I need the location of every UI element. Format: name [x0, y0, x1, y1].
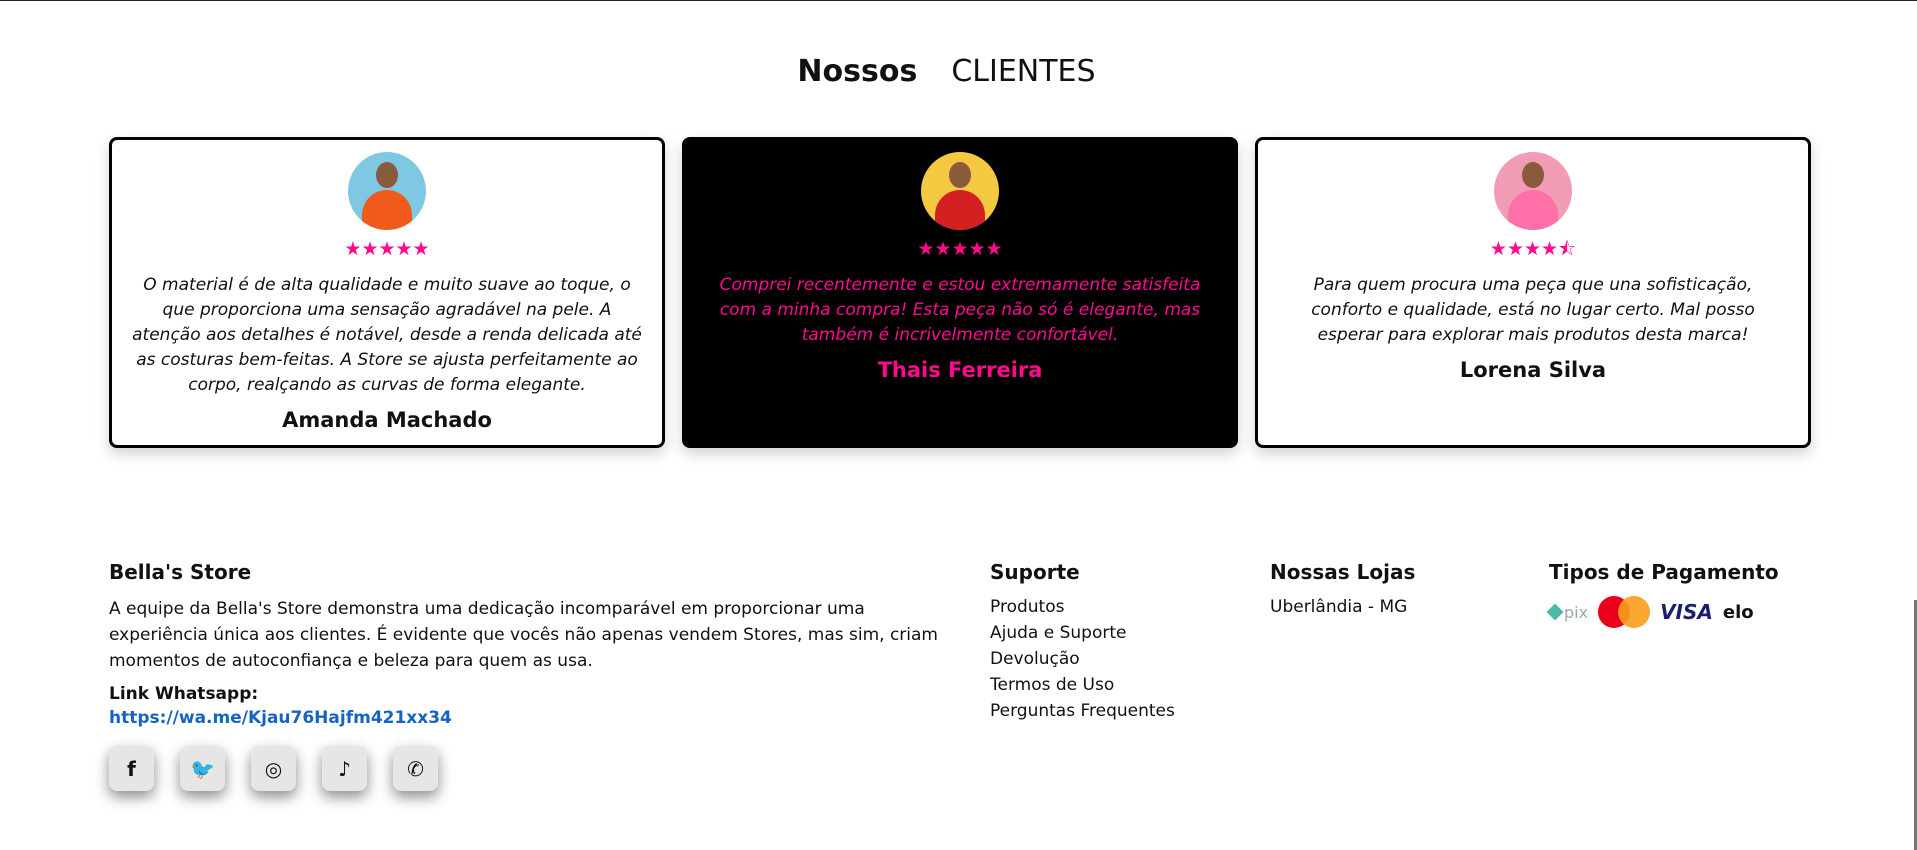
payment-title: Tipos de Pagamento	[1549, 560, 1779, 584]
instagram-icon[interactable]: ◎	[251, 746, 296, 791]
support-link-devolucao[interactable]: Devolução	[990, 646, 1175, 672]
facebook-icon[interactable]: f	[109, 746, 154, 791]
avatar	[1494, 152, 1572, 230]
rating-stars: ★★★★★	[344, 238, 430, 260]
whatsapp-icon[interactable]: ✆	[393, 746, 438, 791]
rating-stars: ★★★★★	[917, 238, 1003, 260]
top-border	[0, 0, 1917, 1]
elo-logo: elo	[1722, 601, 1754, 623]
section-title: Nossos CLIENTES	[0, 50, 1917, 93]
avatar	[348, 152, 426, 230]
title-prefix: Nossos	[797, 54, 918, 89]
pix-logo: pix	[1546, 603, 1588, 622]
testimonial-card-0: ★★★★★ O material é de alta qualidade e m…	[109, 137, 665, 448]
footer: Bella's Store A equipe da Bella's Store …	[109, 560, 1811, 800]
support-link-termos[interactable]: Termos de Uso	[990, 672, 1175, 698]
testimonial-quote: O material é de alta qualidade e muito s…	[132, 275, 642, 395]
support-link-ajuda[interactable]: Ajuda e Suporte	[990, 620, 1175, 646]
support-title: Suporte	[990, 560, 1080, 584]
testimonial-card-1: ★★★★★ Comprei recentemente e estou extre…	[682, 137, 1238, 448]
tiktok-icon[interactable]: ♪	[322, 746, 367, 791]
whatsapp-link[interactable]: https://wa.me/Kjau76Hajfm421xx34	[109, 708, 969, 728]
brand-title: Bella's Store	[109, 560, 252, 584]
payment-logos: pix VISA elo	[1546, 596, 1779, 628]
visa-logo: VISA	[1660, 600, 1713, 624]
testimonial-card-2: ★★★★⯪ Para quem procura uma peça que una…	[1255, 137, 1811, 448]
support-link-faq[interactable]: Perguntas Frequentes	[990, 698, 1175, 724]
store-item: Uberlândia - MG	[1270, 597, 1408, 617]
footer-stores: Nossas Lojas Uberlândia - MG	[1270, 560, 1415, 620]
testimonials: ★★★★★ O material é de alta qualidade e m…	[109, 137, 1811, 448]
social-links: f 🐦 ◎ ♪ ✆	[109, 746, 969, 791]
customer-name: Thais Ferreira	[877, 358, 1043, 382]
customer-name: Lorena Silva	[1459, 358, 1607, 382]
customer-name: Amanda Machado	[282, 408, 492, 432]
avatar	[921, 152, 999, 230]
mastercard-logo	[1598, 596, 1651, 628]
title-highlight: CLIENTES	[927, 50, 1119, 93]
stores-title: Nossas Lojas	[1270, 560, 1416, 584]
brand-description: A equipe da Bella's Store demonstra uma …	[109, 599, 938, 671]
support-link-produtos[interactable]: Produtos	[990, 594, 1175, 620]
footer-support: Suporte Produtos Ajuda e Suporte Devoluç…	[990, 560, 1175, 724]
rating-stars: ★★★★⯪	[1489, 238, 1577, 260]
testimonial-quote: Para quem procura uma peça que una sofis…	[1311, 275, 1755, 345]
twitter-icon[interactable]: 🐦	[180, 746, 225, 791]
testimonial-quote: Comprei recentemente e estou extremament…	[719, 275, 1201, 345]
footer-payment: Tipos de Pagamento pix VISA elo	[1546, 560, 1779, 628]
whatsapp-label: Link Whatsapp:	[109, 684, 259, 704]
footer-brand: Bella's Store A equipe da Bella's Store …	[109, 560, 969, 791]
